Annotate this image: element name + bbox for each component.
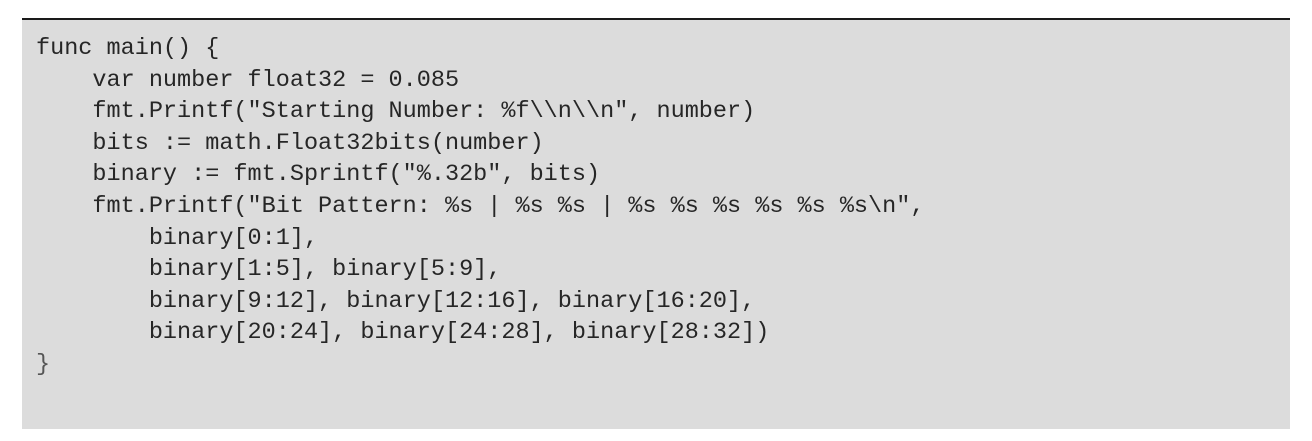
code-line: fmt.Printf("Bit Pattern: %s | %s %s | %s… — [36, 192, 925, 220]
code-line: fmt.Printf("Starting Number: %f\\n\\n", … — [36, 98, 756, 126]
code-line: binary[20:24], binary[24:28], binary[28:… — [36, 319, 770, 347]
code-line: func main() { — [36, 35, 220, 62]
code-line: bits := math.Float32bits(number) — [36, 129, 544, 157]
code-line: binary := fmt.Sprintf("%.32b", bits) — [36, 161, 601, 189]
code-line: binary[0:1], — [36, 224, 319, 252]
code-line-closing-brace: } — [36, 350, 51, 378]
code-line: binary[9:12], binary[12:16], binary[16:2… — [36, 287, 756, 315]
code-line: var number float32 = 0.085 — [36, 66, 460, 94]
page-frame: func main() { var number float32 = 0.085… — [0, 0, 1312, 441]
code-line: binary[1:5], binary[5:9], — [36, 256, 502, 284]
code-block: func main() { var number float32 = 0.085… — [22, 20, 1290, 429]
